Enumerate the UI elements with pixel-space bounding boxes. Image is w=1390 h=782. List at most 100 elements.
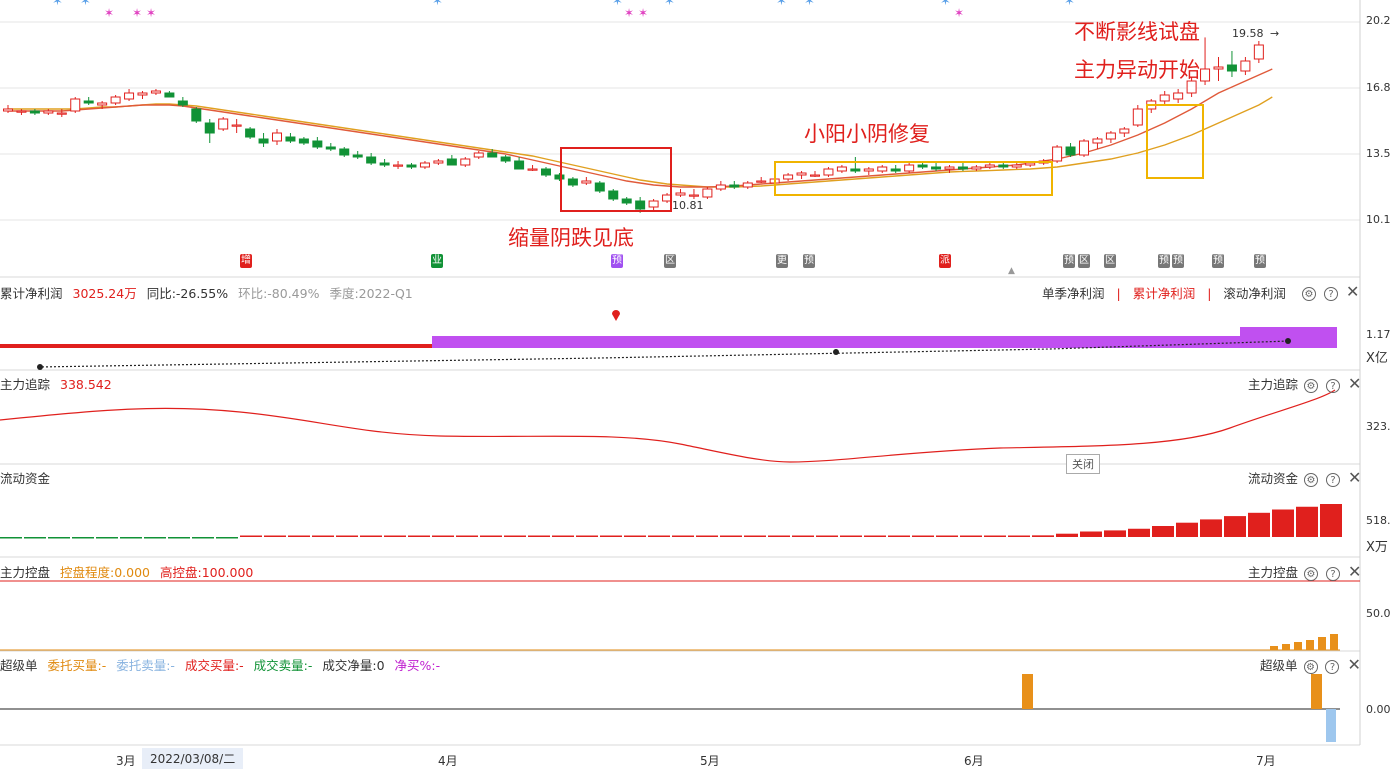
flow-bars	[0, 504, 1342, 539]
event-tag[interactable]: 派	[939, 254, 951, 268]
candle-body	[487, 152, 498, 158]
event-tag[interactable]: 区	[1104, 254, 1116, 268]
event-tag[interactable]: 预	[611, 254, 623, 268]
event-tag[interactable]: 增	[240, 254, 252, 268]
event-tag[interactable]: 区	[664, 254, 676, 268]
flow-bar	[1056, 533, 1078, 537]
tracking-right-label: 主力追踪	[1248, 377, 1299, 392]
close-icon[interactable]: ✕	[1348, 374, 1361, 393]
flow-bar	[1080, 531, 1102, 537]
help-icon[interactable]: ?	[1325, 473, 1340, 487]
test-annotation-box	[1146, 104, 1204, 179]
candle-body	[1105, 132, 1116, 140]
close-icon[interactable]: ✕	[1347, 655, 1360, 674]
tracking-line	[0, 389, 1336, 463]
help-icon[interactable]: ?	[1325, 660, 1340, 674]
event-tag[interactable]: 区	[1078, 254, 1090, 268]
settings-icon[interactable]: ⚙	[1302, 287, 1316, 301]
star-marker: ✶	[52, 0, 63, 9]
month-label: 5月	[700, 754, 720, 768]
super-buy-bar	[1311, 674, 1322, 709]
low-annotation-text: 缩量阴跌见底	[508, 226, 634, 250]
flow-bar	[0, 537, 22, 539]
candle-body	[688, 194, 699, 197]
price-tick: 13.50	[1366, 147, 1390, 160]
flow-bar	[840, 535, 862, 537]
flow-bar	[1296, 506, 1318, 537]
low-annotation-box	[560, 147, 672, 212]
month-label: 7月	[1256, 754, 1276, 768]
price-tick: 20.2	[1366, 14, 1390, 27]
profit-bar-red	[0, 344, 432, 348]
candle-body	[70, 98, 81, 112]
flow-bar	[648, 535, 670, 537]
event-tag[interactable]: 业	[431, 254, 443, 268]
help-icon[interactable]: ?	[1325, 567, 1340, 581]
candle-body	[366, 156, 377, 164]
control-degree: 控盘程度:0.000	[60, 565, 150, 580]
settings-icon[interactable]: ⚙	[1304, 379, 1318, 393]
flow-bar	[1152, 526, 1174, 537]
flow-unit: X万	[1366, 540, 1388, 555]
settings-icon[interactable]: ⚙	[1304, 473, 1318, 487]
high-price-arrow: →	[1270, 27, 1280, 40]
candle-body	[393, 164, 404, 167]
flow-bar	[792, 535, 814, 537]
candle-body	[1253, 44, 1264, 60]
cumulative-profit-tab[interactable]: 累计净利润	[1133, 286, 1196, 301]
rolling-profit-tab[interactable]: 滚动净利润	[1223, 286, 1286, 301]
event-tag[interactable]: 预	[1158, 254, 1170, 268]
candle-body	[473, 152, 484, 158]
super-label: 超级单	[0, 658, 38, 673]
star-marker: ✶	[432, 0, 443, 9]
help-icon[interactable]: ?	[1323, 287, 1338, 301]
profit-panel-controls: ⚙ ? ✕	[1302, 282, 1359, 301]
flow-bar	[192, 537, 214, 539]
single-quarter-profit-tab[interactable]: 单季净利润	[1042, 286, 1105, 301]
event-tag[interactable]: 预	[1063, 254, 1075, 268]
control-bar	[1318, 637, 1326, 650]
profit-unit: X亿	[1366, 351, 1388, 366]
close-icon[interactable]: ✕	[1346, 282, 1359, 301]
event-tag[interactable]: 预	[1212, 254, 1224, 268]
flow-bar	[912, 535, 934, 537]
event-tag[interactable]: 预	[1172, 254, 1184, 268]
candle-body	[675, 192, 686, 196]
star-marker: ✶	[940, 0, 951, 9]
event-tag[interactable]: 预	[803, 254, 815, 268]
star-marker: ✶	[132, 6, 143, 20]
candle-body	[272, 132, 282, 142]
candle-body	[756, 180, 767, 183]
settings-icon[interactable]: ⚙	[1304, 567, 1318, 581]
candle-body	[406, 164, 417, 168]
flow-bar	[1032, 535, 1054, 537]
event-tag[interactable]: 更	[776, 254, 788, 268]
collapse-triangle-icon[interactable]: ▲	[1008, 266, 1015, 276]
help-icon[interactable]: ?	[1325, 379, 1340, 393]
candle-body	[702, 188, 713, 198]
profit-dot	[833, 349, 839, 355]
close-tooltip[interactable]: 关闭	[1066, 454, 1100, 474]
candle-body	[29, 110, 40, 114]
flow-bar	[1176, 522, 1198, 537]
profit-value: 3025.24万	[72, 286, 137, 301]
candle-body	[541, 168, 551, 176]
close-icon[interactable]: ✕	[1348, 468, 1361, 487]
candle-body	[339, 148, 350, 156]
candle-body	[1173, 92, 1184, 100]
profit-dot	[37, 364, 43, 370]
profit-dot	[1285, 338, 1291, 344]
star-marker: ✶	[954, 6, 965, 20]
candle-body	[1132, 108, 1143, 126]
candle-body	[325, 146, 336, 150]
close-icon[interactable]: ✕	[1348, 562, 1361, 581]
flow-bar	[408, 535, 430, 537]
candle-body	[500, 156, 511, 162]
candle-body	[1226, 64, 1237, 72]
settings-icon[interactable]: ⚙	[1303, 660, 1318, 674]
tracking-value: 338.542	[60, 377, 112, 392]
candle-body	[124, 92, 135, 100]
flow-bar	[528, 535, 550, 537]
flow-bar	[1224, 516, 1246, 537]
event-tag[interactable]: 预	[1254, 254, 1266, 268]
